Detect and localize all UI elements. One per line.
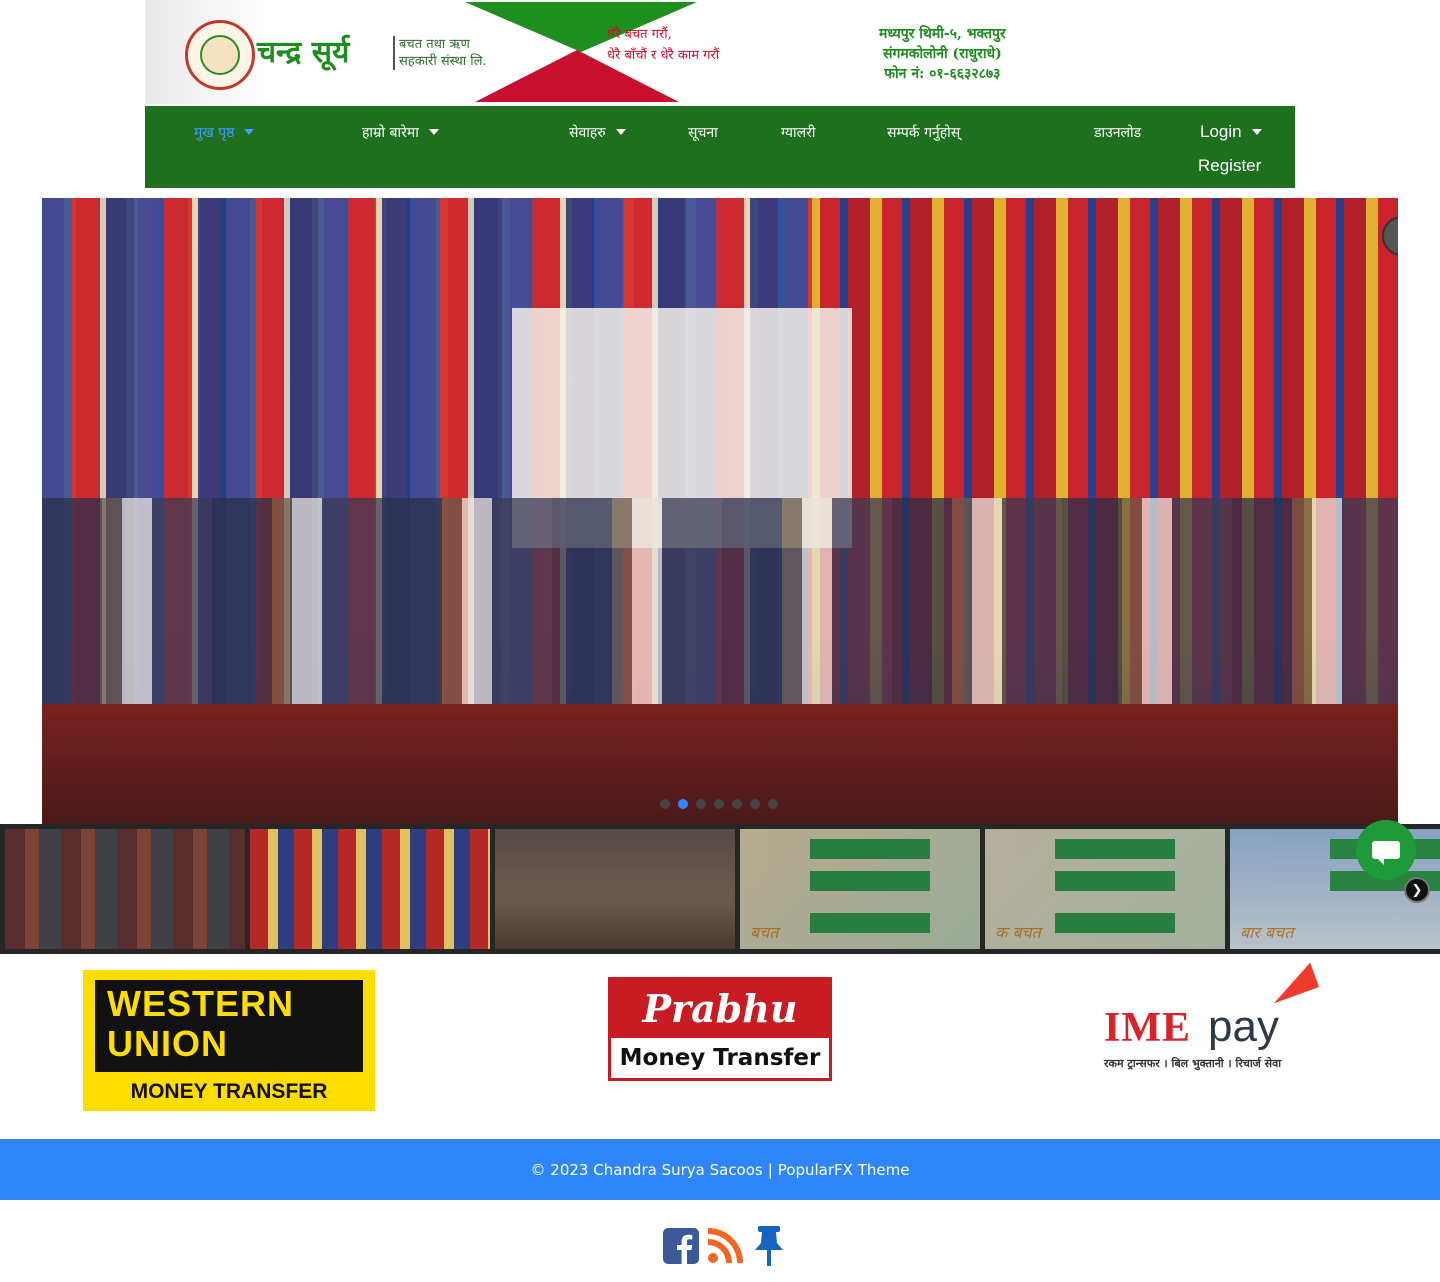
nav-label-register: Register: [1198, 156, 1262, 175]
ime-tagline: रकम ट्रान्सफर । बिल भुक्तानी । रिचार्ज स…: [1104, 1057, 1282, 1070]
nav-label-services: सेवाहरु: [569, 124, 606, 141]
nav-item-services[interactable]: सेवाहरु: [569, 114, 626, 150]
western-union-logo[interactable]: WESTERN UNION MONEY TRANSFER: [83, 970, 375, 1111]
thumbnail-word: क बचत: [995, 923, 1041, 942]
thumbnail-word: बार बचत: [1240, 923, 1294, 942]
ime-brand-text: IME: [1104, 1005, 1191, 1051]
footer-copyright: © 2023 Chandra Surya Sacoos: [530, 1160, 763, 1179]
chat-bubble-icon: [1372, 841, 1400, 865]
thumbnail-1[interactable]: [5, 829, 245, 949]
brand-name: चन्द्र सूर्य: [257, 35, 350, 70]
western-union-line2: UNION: [107, 1023, 228, 1064]
prabhu-money-transfer-logo[interactable]: Prabhu Money Transfer: [608, 977, 832, 1081]
facebook-icon[interactable]: [662, 1226, 700, 1266]
slogan-line1: धेरै बचत गरौं,: [607, 27, 672, 42]
thumbnail-text-box: [810, 839, 930, 859]
thumbnail-strip: बचत क बचत बार बचत ❯: [0, 824, 1440, 954]
site-footer: © 2023 Chandra Surya Sacoos | PopularFX …: [0, 1139, 1440, 1200]
slide-dot-5[interactable]: [732, 799, 742, 809]
prabhu-logo-bottom: Money Transfer: [619, 1045, 821, 1071]
nav-item-gallery[interactable]: ग्यालरी: [781, 114, 816, 150]
slogan: धेरै बचत गरौं, धेरै बाँचौं र धेरै काम गर…: [607, 24, 719, 66]
thumbnail-text-box: [810, 913, 930, 933]
address-block: मध्यपुर थिमी-५, भक्तपुर संगमकोलोनी (राधु…: [879, 24, 1006, 84]
chevron-down-icon: [615, 129, 626, 135]
pin-icon[interactable]: [750, 1226, 788, 1266]
slide-dot-6[interactable]: [750, 799, 760, 809]
chevron-right-icon: ❯: [1411, 882, 1423, 898]
thumbnail-4[interactable]: बचत: [740, 829, 980, 949]
slide-dot-4[interactable]: [714, 799, 724, 809]
chat-button[interactable]: [1356, 820, 1416, 880]
nav-label-download: डाउनलोड: [1094, 124, 1142, 141]
social-icons: [662, 1226, 788, 1266]
slogan-line2: धेरै बाँचौं र धेरै काम गरौं: [607, 48, 720, 63]
slide-dot-1[interactable]: [660, 799, 670, 809]
chevron-down-icon: [428, 129, 439, 135]
footer-separator: |: [767, 1160, 773, 1179]
slide-photo-people: [42, 498, 1398, 718]
rss-icon[interactable]: [706, 1226, 744, 1266]
image-slideshow[interactable]: II: [42, 198, 1398, 824]
prabhu-logo-top: Prabhu: [611, 980, 829, 1038]
paper-plane-icon: [1265, 962, 1319, 1004]
main-navigation: मुख पृष्ठ हाम्रो बारेमा सेवाहरु सूचना ग्…: [145, 106, 1295, 188]
ime-pay-logo[interactable]: IME pay रकम ट्रान्सफर । बिल भुक्तानी । र…: [1100, 962, 1320, 1076]
ime-pay-text: pay: [1208, 1002, 1279, 1051]
thumbnail-next-button[interactable]: ❯: [1404, 877, 1430, 903]
western-union-line3: MONEY TRANSFER: [130, 1080, 328, 1103]
slide-dot-7[interactable]: [768, 799, 778, 809]
chevron-down-icon: [1251, 129, 1262, 135]
thumbnail-text-box: [1055, 839, 1175, 859]
nav-label-login: Login: [1200, 122, 1242, 141]
slide-dot-2[interactable]: [678, 799, 688, 809]
western-union-line1: WESTERN: [107, 983, 294, 1024]
nav-label-about: हाम्रो बारेमा: [362, 124, 419, 141]
thumbnail-word: बचत: [750, 923, 779, 942]
thumbnail-5[interactable]: क बचत: [985, 829, 1225, 949]
chevron-down-icon: [244, 129, 255, 135]
footer-theme-link[interactable]: PopularFX Theme: [778, 1161, 910, 1179]
thumbnail-text-box: [1055, 913, 1175, 933]
phone-line: फोन नं: ०१-६६३२८७३: [884, 66, 1001, 82]
nav-item-login[interactable]: Login: [1200, 114, 1262, 150]
nav-item-contact[interactable]: सम्पर्क गर्नुहोस्: [887, 114, 960, 150]
thumbnail-text-box: [810, 871, 930, 891]
slide-dot-3[interactable]: [696, 799, 706, 809]
address-line2: संगमकोलोनी (राधुराधे): [883, 46, 1002, 62]
thumbnail-text-box: [1055, 871, 1175, 891]
nav-label-contact: सम्पर्क गर्नुहोस्: [887, 124, 961, 141]
nav-item-about[interactable]: हाम्रो बारेमा: [362, 114, 439, 150]
logo-seal-inner: [200, 35, 240, 75]
thumbnail-2[interactable]: [250, 829, 490, 949]
nav-item-download[interactable]: डाउनलोड: [1094, 114, 1141, 150]
nav-item-register[interactable]: Register: [1198, 148, 1261, 184]
nav-item-notice[interactable]: सूचना: [688, 114, 718, 150]
brand-subtitle-line2: सहकारी संस्था लि.: [399, 54, 487, 69]
nav-label-home: मुख पृष्ठ: [194, 124, 235, 141]
address-line1: मध्यपुर थिमी-५, भक्तपुर: [879, 26, 1006, 42]
header-banner: चन्द्र सूर्य बचत तथा ऋण सहकारी संस्था लि…: [145, 0, 1295, 104]
slideshow-dots: [660, 799, 778, 809]
nav-label-gallery: ग्यालरी: [781, 124, 816, 141]
nav-item-home[interactable]: मुख पृष्ठ: [194, 114, 255, 150]
thumbnail-3[interactable]: [495, 829, 735, 949]
slide-photo-general-assembly: [42, 198, 1398, 824]
nav-label-notice: सूचना: [688, 124, 718, 141]
cooperative-logo-seal[interactable]: [185, 20, 255, 90]
